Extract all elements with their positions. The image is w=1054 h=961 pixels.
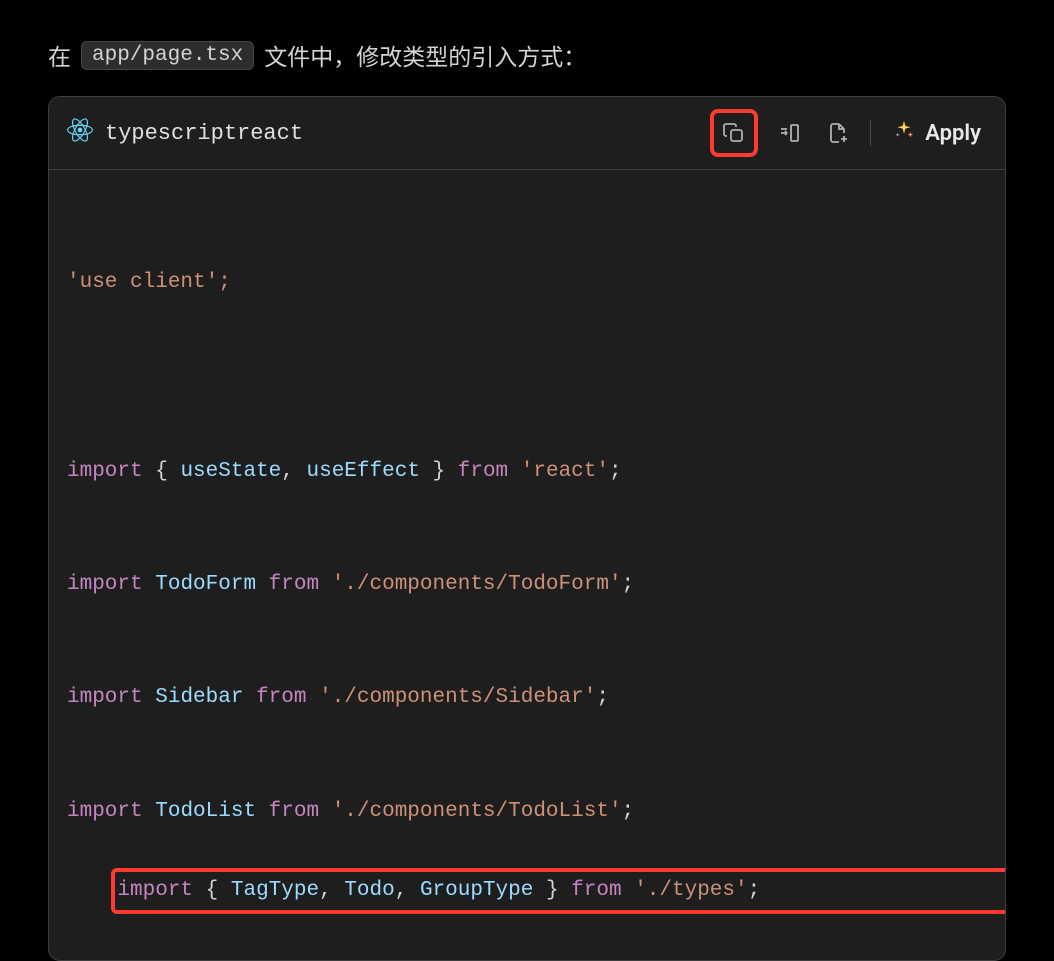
string-types: './types' [622, 879, 748, 902]
code-line-2: import { useState, useEffect } from 'rea… [67, 453, 987, 491]
intro-prefix: 在 [48, 38, 71, 72]
space [143, 573, 156, 596]
apply-label: Apply [925, 121, 981, 146]
semi: ; [622, 573, 635, 596]
ident-todoform: TodoForm [155, 573, 256, 596]
code-header-right: Apply [710, 109, 987, 157]
comma: , [281, 460, 306, 483]
semi: ; [609, 460, 622, 483]
semi: ; [596, 686, 609, 709]
apply-button[interactable]: Apply [887, 115, 987, 151]
code-line-6: import { TagType, Todo, GroupType } from… [117, 872, 1006, 910]
intro-suffix: 文件中，修改类型的引入方式： [264, 38, 586, 72]
kw-from: from [571, 879, 621, 902]
string-todoform: './components/TodoForm' [319, 573, 621, 596]
ident-sidebar: Sidebar [155, 686, 243, 709]
kw-from: from [458, 460, 508, 483]
sparkle-icon [893, 119, 915, 147]
intro-sentence: 在 app/page.tsx 文件中，修改类型的引入方式： [48, 38, 1006, 72]
code-line-4: import Sidebar from './components/Sideba… [67, 679, 987, 717]
kw-import: import [67, 460, 143, 483]
ident-useeffect: useEffect [307, 460, 420, 483]
kw-from: from [269, 573, 319, 596]
string-sidebar: './components/Sidebar' [306, 686, 596, 709]
code-line-5: import TodoList from './components/TodoL… [67, 793, 987, 831]
semi: ; [622, 800, 635, 823]
space [143, 800, 156, 823]
comma: , [319, 879, 344, 902]
brace-l: { [155, 460, 180, 483]
brace-r: } [420, 460, 458, 483]
code-line-3: import TodoForm from './components/TodoF… [67, 566, 987, 604]
space [256, 573, 269, 596]
kw-import: import [67, 686, 143, 709]
code-body: 'use client'; import { useState, useEffe… [49, 170, 1005, 960]
space [256, 800, 269, 823]
new-file-button[interactable] [822, 117, 854, 149]
inline-file-code: app/page.tsx [81, 41, 254, 70]
space [243, 686, 256, 709]
kw-import: import [67, 800, 143, 823]
copy-button[interactable] [718, 117, 750, 149]
ident-tagtype: TagType [231, 879, 319, 902]
string-react: 'react' [508, 460, 609, 483]
highlighted-import-line: import { TagType, Todo, GroupType } from… [111, 868, 1006, 914]
toolbar-divider [870, 120, 871, 146]
react-icon [67, 117, 93, 149]
directive-literal: 'use client'; [67, 271, 231, 294]
comma: , [395, 879, 420, 902]
insert-button[interactable] [774, 117, 806, 149]
code-header-left: typescriptreact [67, 117, 303, 149]
kw-import: import [117, 879, 193, 902]
ident-todo: Todo [344, 879, 394, 902]
copy-highlight-box [710, 109, 758, 157]
kw-from: from [256, 686, 306, 709]
ident-usestate: useState [180, 460, 281, 483]
brace-l: { [193, 879, 231, 902]
code-line-1: 'use client'; [67, 264, 987, 302]
space [143, 686, 156, 709]
language-label: typescriptreact [105, 121, 303, 146]
ident-grouptype: GroupType [420, 879, 533, 902]
ident-todolist: TodoList [155, 800, 256, 823]
kw-from: from [269, 800, 319, 823]
semi: ; [748, 879, 761, 902]
brace-r: } [533, 879, 571, 902]
kw-import: import [67, 573, 143, 596]
code-header: typescriptreact [49, 97, 1005, 170]
string-todolist: './components/TodoList' [319, 800, 621, 823]
code-block: typescriptreact [48, 96, 1006, 961]
